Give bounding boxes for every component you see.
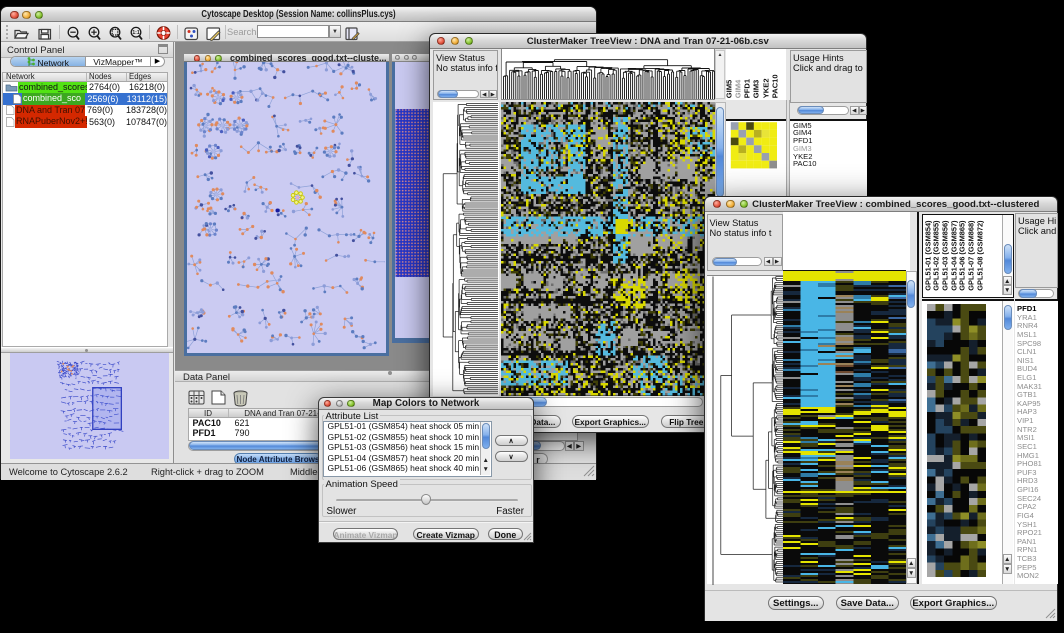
svg-text:1:1: 1:1	[132, 30, 139, 36]
